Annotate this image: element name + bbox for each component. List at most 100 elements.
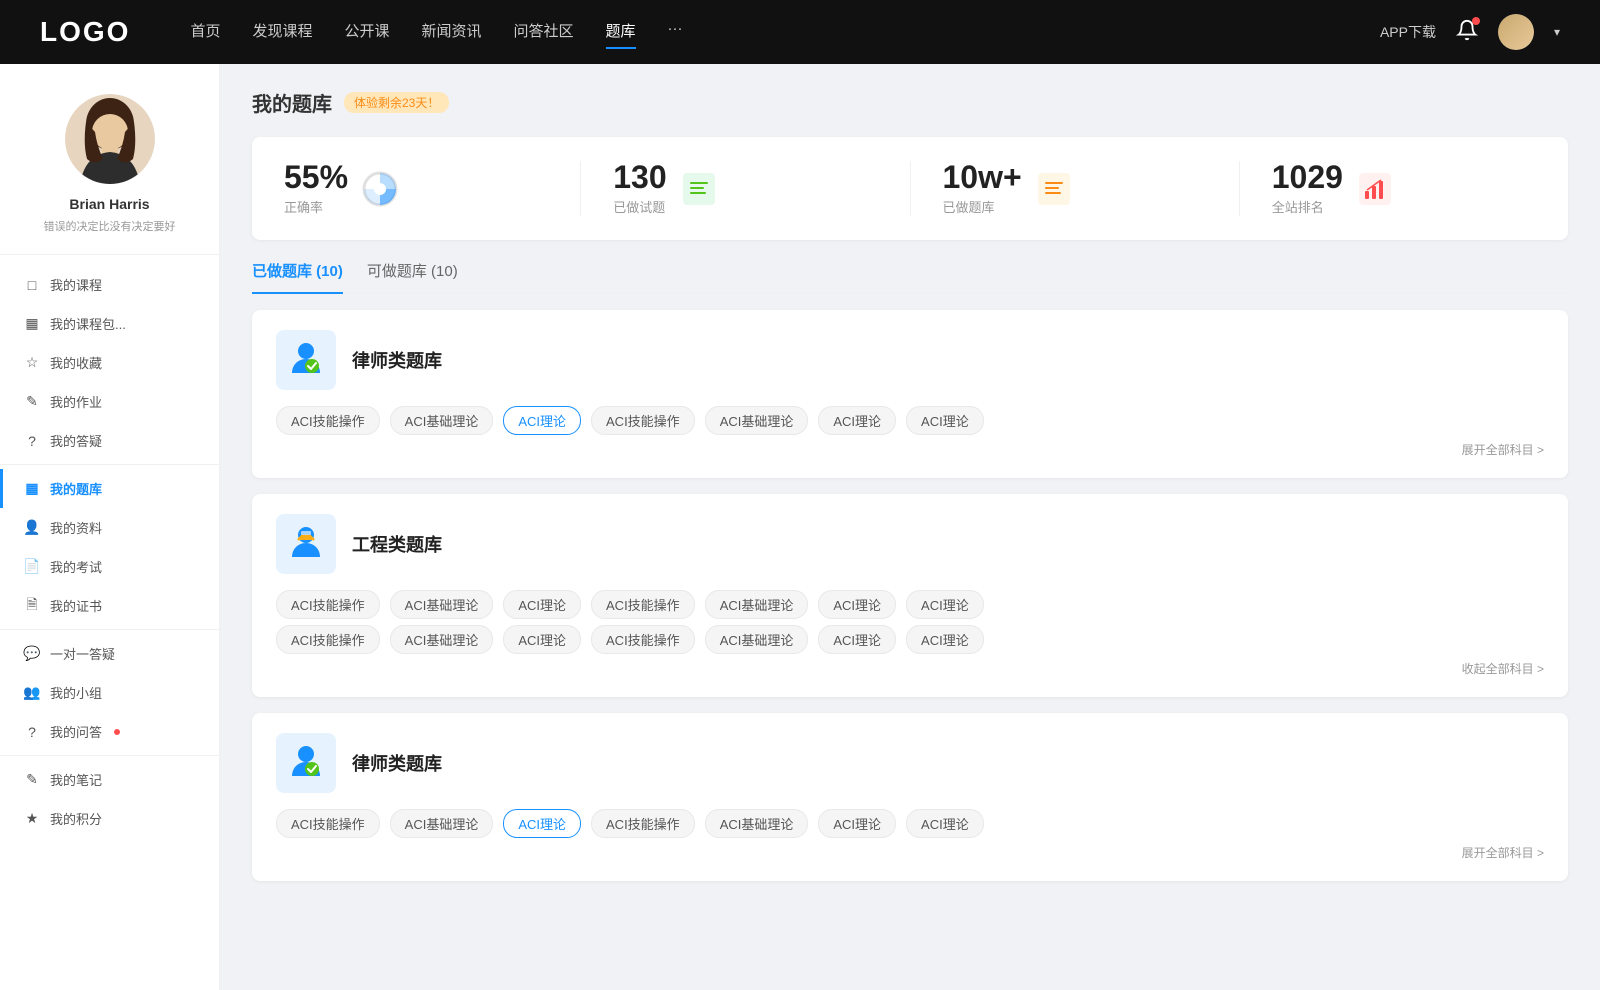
qbank-title-1: 工程类题库 — [352, 531, 442, 557]
tag-1-0-1[interactable]: ACI基础理论 — [390, 590, 494, 619]
qbank-section-0: 律师类题库 ACI技能操作 ACI基础理论 ACI理论 ACI技能操作 ACI基础理论 A… — [252, 310, 1568, 478]
profile-section: Brian Harris 错误的决定比没有决定要好 — [0, 94, 219, 255]
sidebar-label-5: 我的题库 — [50, 479, 102, 498]
nav-item-问答社区[interactable]: 问答社区 — [514, 20, 574, 45]
sidebar-label-7: 我的考试 — [50, 557, 102, 576]
sidebar-label-6: 我的资料 — [50, 518, 102, 537]
stat-value-2: 10w+ — [943, 161, 1022, 193]
tag-1-1-5[interactable]: ACI理论 — [818, 625, 896, 654]
note-icon: ✎ — [24, 772, 40, 788]
tag-1-0-3[interactable]: ACI技能操作 — [591, 590, 695, 619]
nav-item-新闻资讯[interactable]: 新闻资讯 — [422, 20, 482, 45]
sidebar-item-3[interactable]: ✎我的作业 — [0, 382, 219, 421]
tag-1-0-2[interactable]: ACI理论 — [503, 590, 581, 619]
tag-1-1-6[interactable]: ACI理论 — [906, 625, 984, 654]
nav-item-首页[interactable]: 首页 — [190, 20, 220, 45]
sidebar-item-13[interactable]: ★我的积分 — [0, 799, 219, 838]
chart-red-icon — [1359, 173, 1391, 205]
tag-1-1-0[interactable]: ACI技能操作 — [276, 625, 380, 654]
tags-row-2-0: ACI技能操作 ACI基础理论 ACI理论 ACI技能操作 ACI基础理论 ACI理论 AC… — [276, 809, 1544, 838]
sidebar-item-5[interactable]: ▦ 我的题库 — [0, 469, 219, 508]
avatar[interactable] — [1498, 14, 1534, 50]
expand-link-0[interactable]: 展开全部科目 > — [276, 441, 1544, 458]
qbank-header-2: 律师类题库 — [276, 733, 1544, 793]
app-download-button[interactable]: APP下载 — [1380, 22, 1436, 42]
tag-2-0-0[interactable]: ACI技能操作 — [276, 809, 380, 838]
tag-1-1-2[interactable]: ACI理论 — [503, 625, 581, 654]
sidebar-item-2[interactable]: ☆我的收藏 — [0, 343, 219, 382]
qbank-title-0: 律师类题库 — [352, 347, 442, 373]
sidebar-item-9[interactable]: 💬一对一答疑 — [0, 634, 219, 673]
sidebar-item-8[interactable]: 🗎我的证书 — [0, 586, 219, 625]
tag-2-0-3[interactable]: ACI技能操作 — [591, 809, 695, 838]
tag-0-0-5[interactable]: ACI理论 — [818, 406, 896, 435]
tag-0-0-1[interactable]: ACI基础理论 — [390, 406, 494, 435]
nav-item-公开课[interactable]: 公开课 — [344, 20, 389, 45]
tag-0-0-2[interactable]: ACI理论 — [503, 406, 581, 435]
stat-label-0: 正确率 — [284, 197, 348, 216]
tag-0-0-0[interactable]: ACI技能操作 — [276, 406, 380, 435]
tag-1-1-3[interactable]: ACI技能操作 — [591, 625, 695, 654]
tag-1-0-5[interactable]: ACI理论 — [818, 590, 896, 619]
tab-1[interactable]: 可做题库 (10) — [367, 260, 458, 293]
sidebar-item-12[interactable]: ✎我的笔记 — [0, 760, 219, 799]
page-header: 我的题库 体验剩余23天！ — [252, 88, 1568, 117]
sidebar-item-0[interactable]: □我的课程 — [0, 265, 219, 304]
stat-label-3: 全站排名 — [1272, 197, 1343, 216]
tag-1-0-4[interactable]: ACI基础理论 — [705, 590, 809, 619]
tag-0-0-4[interactable]: ACI基础理论 — [705, 406, 809, 435]
tag-1-0-0[interactable]: ACI技能操作 — [276, 590, 380, 619]
tags-row-1-0: ACI技能操作 ACI基础理论 ACI理论 ACI技能操作 ACI基础理论 ACI理论 AC… — [276, 590, 1544, 619]
stat-item-0: 55% 正确率 — [252, 161, 581, 216]
tag-0-0-6[interactable]: ACI理论 — [906, 406, 984, 435]
stat-value-3: 1029 — [1272, 161, 1343, 193]
sidebar-label-13: 我的积分 — [50, 809, 102, 828]
notification-dot — [1472, 17, 1480, 25]
qa-icon: ? — [24, 724, 40, 740]
tag-2-0-4[interactable]: ACI基础理论 — [705, 809, 809, 838]
expand-link-2[interactable]: 展开全部科目 > — [276, 844, 1544, 861]
expand-link-1[interactable]: 收起全部科目 > — [276, 660, 1544, 677]
notification-bell[interactable] — [1456, 19, 1478, 46]
stat-icon-2 — [1034, 169, 1074, 209]
tag-2-0-5[interactable]: ACI理论 — [818, 809, 896, 838]
stat-item-3: 1029 全站排名 — [1240, 161, 1568, 216]
avatar-dropdown-chevron[interactable]: ▾ — [1554, 25, 1560, 39]
qbank-title-2: 律师类题库 — [352, 750, 442, 776]
doc-icon: 📄 — [24, 559, 40, 575]
sidebar-item-10[interactable]: 👥我的小组 — [0, 673, 219, 712]
tag-1-1-4[interactable]: ACI基础理论 — [705, 625, 809, 654]
tag-1-1-1[interactable]: ACI基础理论 — [390, 625, 494, 654]
sidebar-label-11: 我的问答 — [50, 722, 102, 741]
nav-item-题库[interactable]: 题库 — [606, 20, 636, 45]
sidebar-item-4[interactable]: ?我的答疑 — [0, 421, 219, 460]
grid-icon: ▦ — [24, 481, 40, 497]
file-icon: □ — [24, 277, 40, 293]
tag-2-0-2[interactable]: ACI理论 — [503, 809, 581, 838]
trial-badge: 体验剩余23天！ — [344, 92, 449, 113]
star-icon: ☆ — [24, 355, 40, 371]
list-green-icon — [683, 173, 715, 205]
qbank-icon-2 — [276, 733, 336, 793]
sidebar: Brian Harris 错误的决定比没有决定要好 □我的课程▦我的课程包...… — [0, 64, 220, 990]
sidebar-item-11[interactable]: ? 我的问答 — [0, 712, 219, 751]
sidebar-item-7[interactable]: 📄 我的考试 — [0, 547, 219, 586]
stat-value-0: 55% — [284, 161, 348, 193]
tag-0-0-3[interactable]: ACI技能操作 — [591, 406, 695, 435]
bar-icon: ▦ — [24, 316, 40, 332]
sidebar-item-6[interactable]: 👤我的资料 — [0, 508, 219, 547]
sidebar-item-1[interactable]: ▦我的课程包... — [0, 304, 219, 343]
unread-dot — [114, 729, 120, 735]
stat-item-2: 10w+ 已做题库 — [911, 161, 1240, 216]
tag-2-0-1[interactable]: ACI基础理论 — [390, 809, 494, 838]
tag-2-0-6[interactable]: ACI理论 — [906, 809, 984, 838]
sidebar-separator — [0, 464, 219, 465]
nav-item-发现课程[interactable]: 发现课程 — [252, 20, 312, 45]
logo: LOGO — [40, 16, 130, 48]
sidebar-label-10: 我的小组 — [50, 683, 102, 702]
tag-1-0-6[interactable]: ACI理论 — [906, 590, 984, 619]
nav-menu: 首页 发现课程 公开课 新闻资讯 问答社区 题库 ··· — [190, 20, 1380, 45]
sidebar-label-3: 我的作业 — [50, 392, 102, 411]
tab-0[interactable]: 已做题库 (10) — [252, 260, 343, 293]
nav-item-···[interactable]: ··· — [668, 20, 683, 45]
